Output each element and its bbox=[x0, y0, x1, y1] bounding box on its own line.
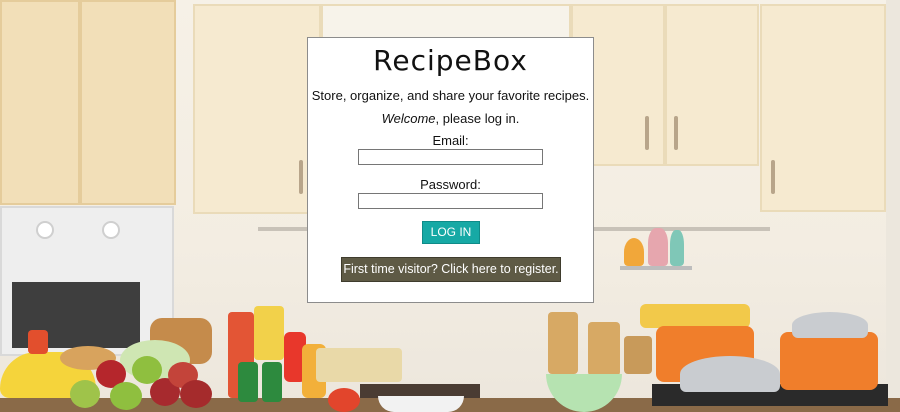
email-field[interactable] bbox=[358, 149, 543, 165]
register-button[interactable]: First time visitor? Click here to regist… bbox=[341, 257, 561, 282]
welcome-message: Welcome, please log in. bbox=[308, 111, 593, 126]
app-title: RecipeBox bbox=[373, 44, 528, 77]
password-label: Password: bbox=[420, 177, 481, 192]
welcome-emphasis: Welcome bbox=[381, 111, 436, 126]
login-button[interactable]: LOG IN bbox=[422, 221, 480, 244]
app-tagline: Store, organize, and share your favorite… bbox=[311, 88, 590, 103]
password-field[interactable] bbox=[358, 193, 543, 209]
login-card: RecipeBox Store, organize, and share you… bbox=[307, 37, 594, 303]
email-label: Email: bbox=[432, 133, 469, 148]
welcome-text: , please log in. bbox=[435, 111, 520, 126]
